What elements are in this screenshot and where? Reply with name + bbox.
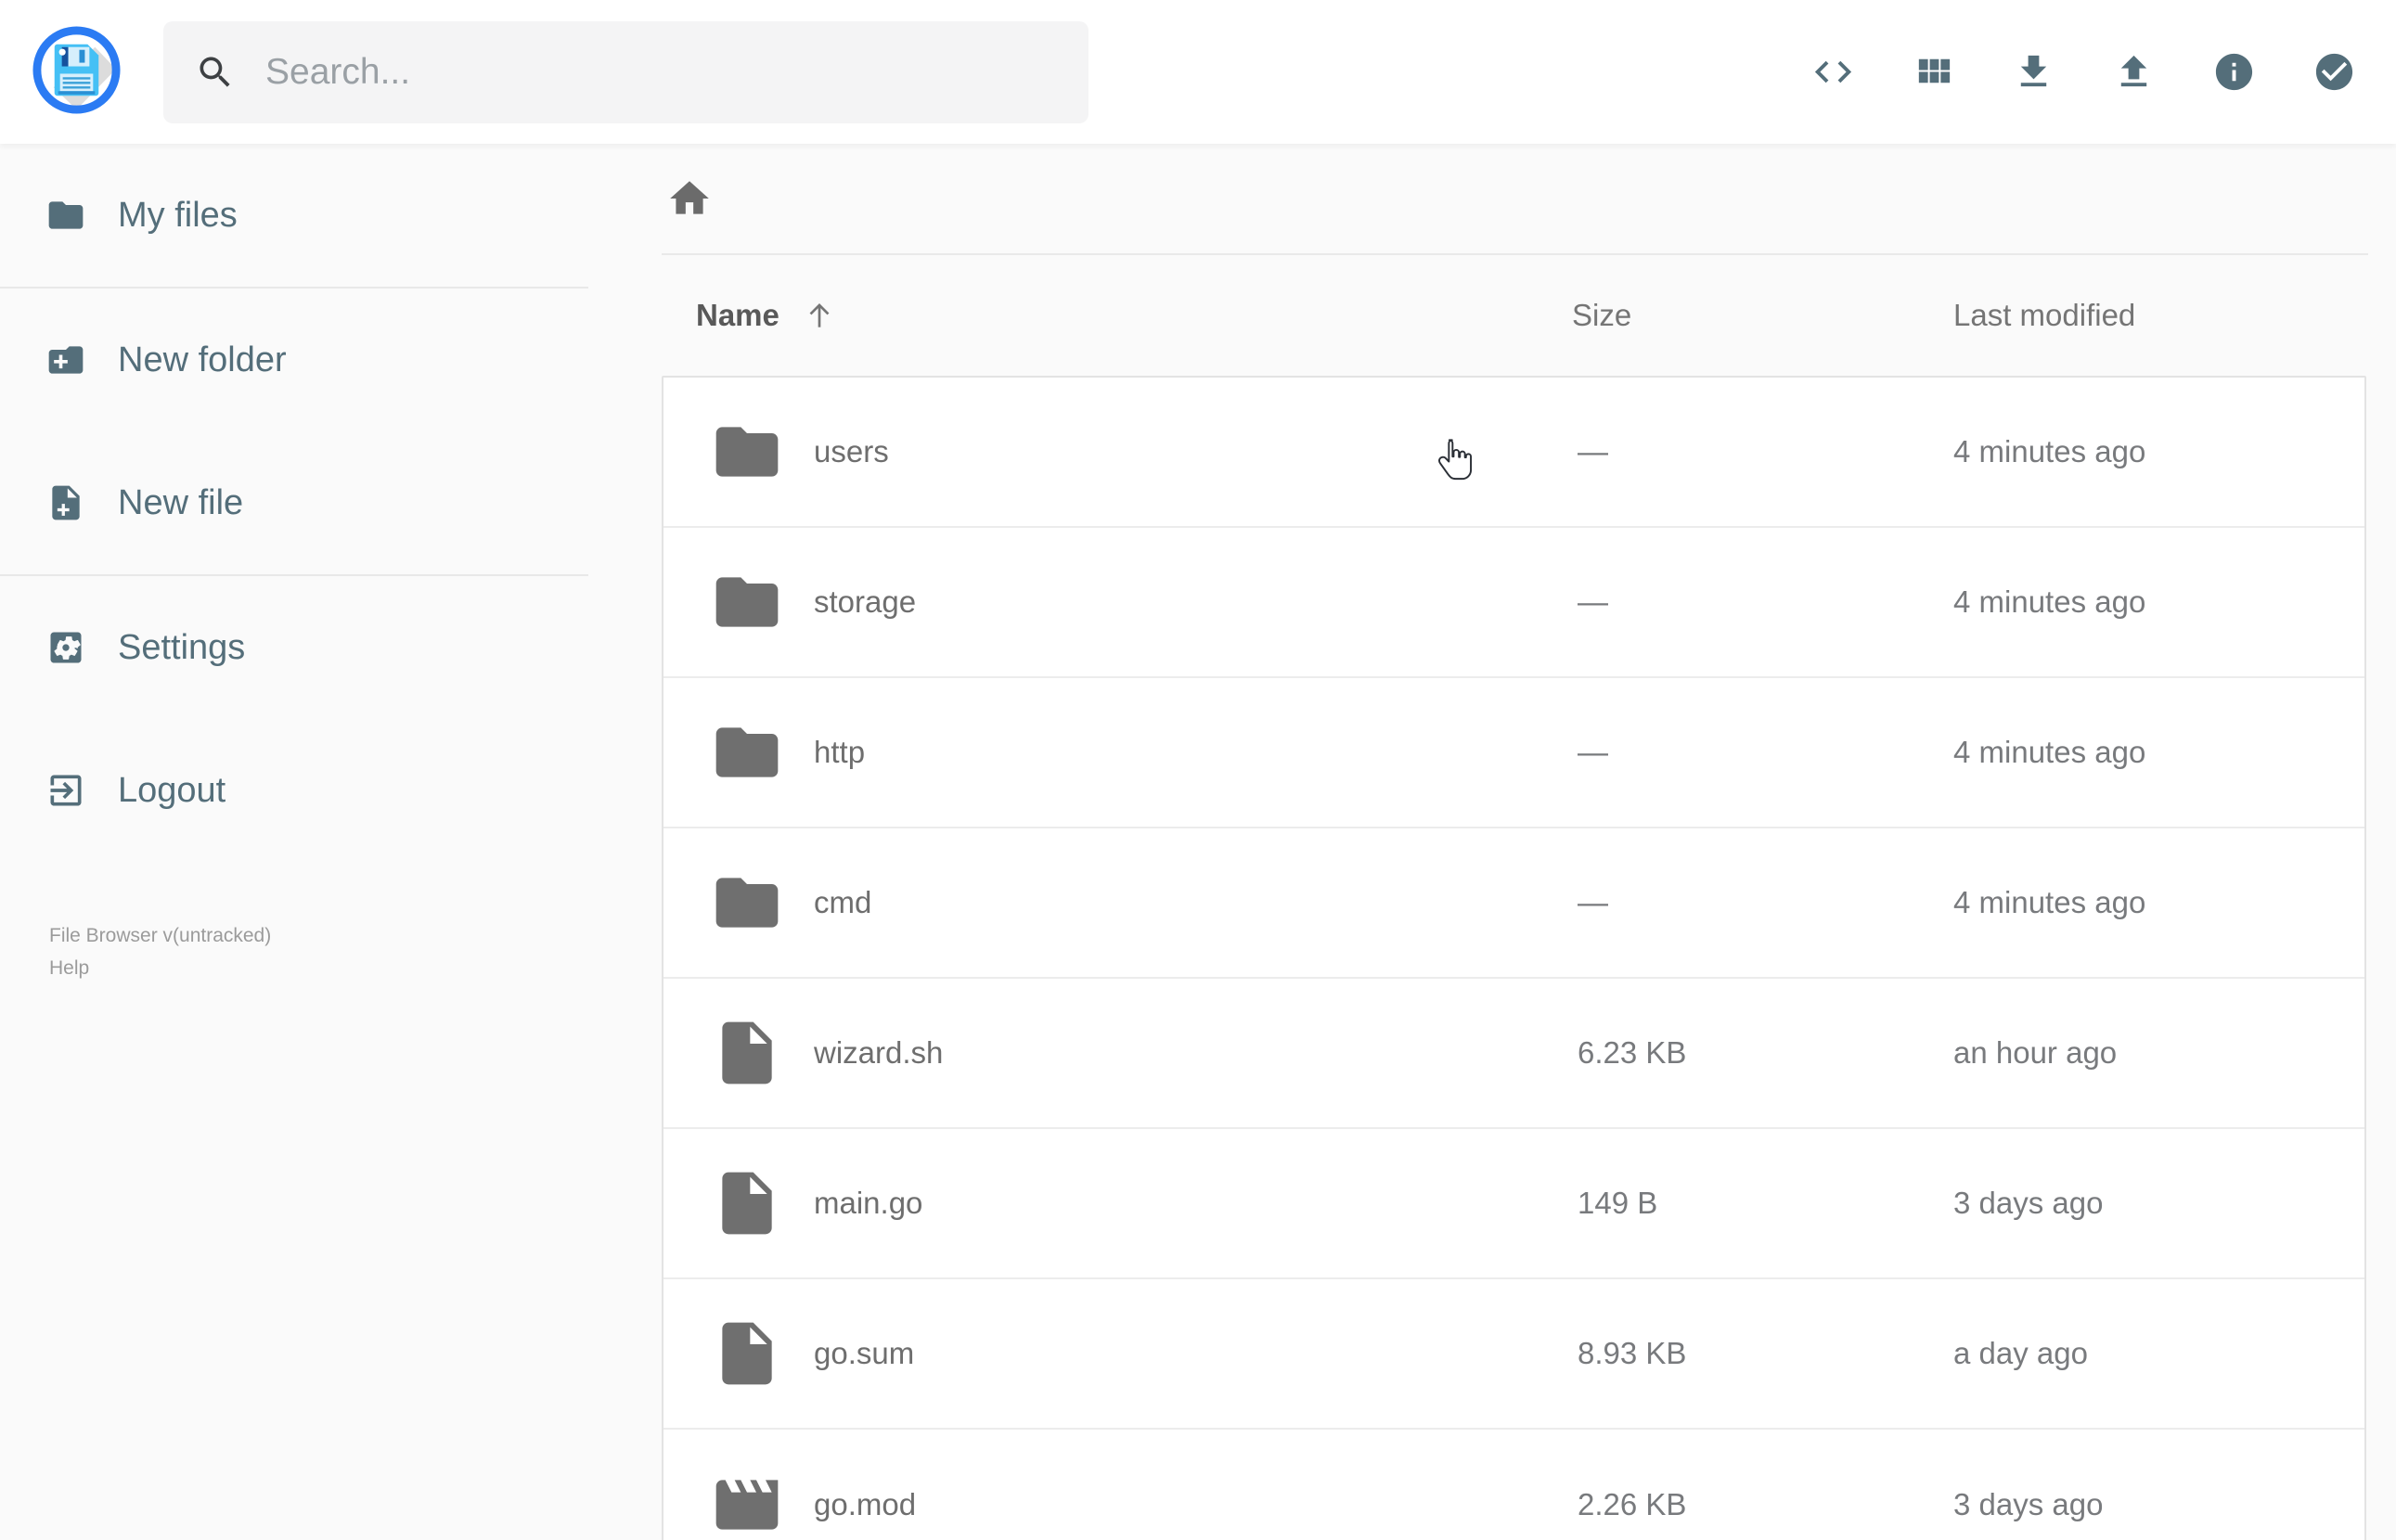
sidebar-item-settings[interactable]: Settings — [0, 576, 612, 719]
file-name: storage — [814, 584, 917, 619]
file-name: http — [814, 735, 866, 769]
search-bar[interactable] — [163, 21, 1089, 123]
file-modified: 4 minutes ago — [1953, 584, 2146, 619]
file-size: — — [1578, 434, 1608, 468]
search-icon — [200, 57, 230, 87]
file-row[interactable]: main.go 149 B 3 days ago — [663, 1129, 2364, 1279]
sidebar-item-label: Settings — [118, 627, 246, 667]
file-size: — — [1578, 885, 1608, 919]
file-modified: 4 minutes ago — [1953, 735, 2146, 769]
file-size: — — [1578, 584, 1608, 619]
folder-icon — [710, 715, 784, 789]
file-row[interactable]: users — 4 minutes ago — [663, 378, 2364, 528]
sort-ascending-icon — [809, 303, 830, 327]
file-row[interactable]: http — 4 minutes ago — [663, 678, 2364, 828]
file-row[interactable]: storage — 4 minutes ago — [663, 528, 2364, 678]
upload-icon — [2120, 55, 2146, 87]
file-modified: 4 minutes ago — [1953, 885, 2146, 919]
file-modified: 4 minutes ago — [1953, 434, 2146, 468]
file-icon — [710, 1166, 784, 1240]
file-name: cmd — [814, 885, 872, 919]
floppy-disk-logo-icon — [32, 26, 121, 114]
sidebar-item-label: New file — [118, 482, 244, 522]
code-icon — [1814, 60, 1851, 83]
grid-view-icon — [1918, 58, 1950, 83]
logout-icon — [50, 775, 82, 806]
select-multiple-button[interactable] — [2304, 33, 2364, 111]
file-list: users — 4 minutes ago storage — 4 minute… — [662, 376, 2366, 1540]
sidebar-item-new-folder[interactable]: New folder — [0, 289, 612, 431]
column-header-modified[interactable]: Last modified — [1953, 298, 2368, 333]
file-modified: a day ago — [1953, 1336, 2088, 1370]
main-content: Name Size Last modified users — 4 minute… — [612, 144, 2396, 1540]
file-row[interactable]: cmd — 4 minutes ago — [663, 828, 2364, 979]
file-modified: 3 days ago — [1953, 1186, 2104, 1220]
column-header-size[interactable]: Size — [1572, 298, 1953, 333]
new-folder-icon — [48, 346, 84, 374]
folder-icon — [710, 565, 784, 639]
grid-view-button[interactable] — [1903, 33, 1963, 111]
topbar-actions — [1803, 0, 2364, 144]
file-name: go.mod — [814, 1487, 917, 1521]
file-size: 2.26 KB — [1578, 1487, 1687, 1521]
sidebar-item-my-files[interactable]: My files — [0, 144, 612, 287]
home-icon[interactable] — [666, 175, 713, 222]
video-file-icon — [710, 1468, 784, 1540]
sidebar-item-label: New folder — [118, 340, 287, 379]
upload-button[interactable] — [2104, 33, 2163, 111]
check-circle-icon — [2315, 53, 2352, 91]
folder-icon — [48, 201, 84, 229]
file-icon — [710, 1316, 784, 1391]
file-size: 149 B — [1578, 1186, 1658, 1220]
settings-gear-icon — [50, 632, 82, 663]
file-modified: an hour ago — [1953, 1035, 2118, 1070]
file-modified: 3 days ago — [1953, 1487, 2104, 1521]
raw-view-button[interactable] — [1803, 33, 1862, 111]
file-row[interactable]: wizard.sh 6.23 KB an hour ago — [663, 979, 2364, 1129]
listing-header: Name Size Last modified — [662, 255, 2368, 376]
folder-icon — [710, 866, 784, 940]
file-name: main.go — [814, 1186, 923, 1220]
file-icon — [710, 1016, 784, 1090]
sidebar-item-new-file[interactable]: New file — [0, 431, 612, 574]
sidebar-item-logout[interactable]: Logout — [0, 719, 612, 862]
search-input[interactable] — [265, 52, 1089, 93]
download-button[interactable] — [2003, 33, 2063, 111]
help-link[interactable]: Help — [49, 952, 612, 984]
breadcrumb — [612, 144, 2396, 253]
new-file-icon — [52, 485, 80, 520]
file-row[interactable]: go.mod 2.26 KB 3 days ago — [663, 1430, 2364, 1540]
file-row[interactable]: go.sum 8.93 KB a day ago — [663, 1279, 2364, 1430]
file-name: users — [814, 434, 889, 468]
app-logo[interactable] — [31, 24, 122, 116]
file-name: go.sum — [814, 1336, 915, 1370]
file-name: wizard.sh — [814, 1035, 944, 1070]
file-size: 6.23 KB — [1578, 1035, 1687, 1070]
column-header-name[interactable]: Name — [696, 298, 1572, 333]
info-icon — [2215, 53, 2252, 91]
folder-icon — [710, 415, 784, 489]
sidebar-item-label: My files — [118, 195, 238, 235]
sidebar-footer: File Browser v(untracked) Help — [0, 919, 612, 984]
app-version-text: File Browser v(untracked) — [49, 925, 272, 946]
file-size: — — [1578, 735, 1608, 769]
sidebar: My files New folder New file Settings Lo… — [0, 144, 612, 984]
sidebar-item-label: Logout — [118, 770, 226, 810]
topbar — [0, 0, 2396, 144]
file-size: 8.93 KB — [1578, 1336, 1687, 1370]
download-icon — [2020, 55, 2046, 87]
info-button[interactable] — [2204, 33, 2263, 111]
